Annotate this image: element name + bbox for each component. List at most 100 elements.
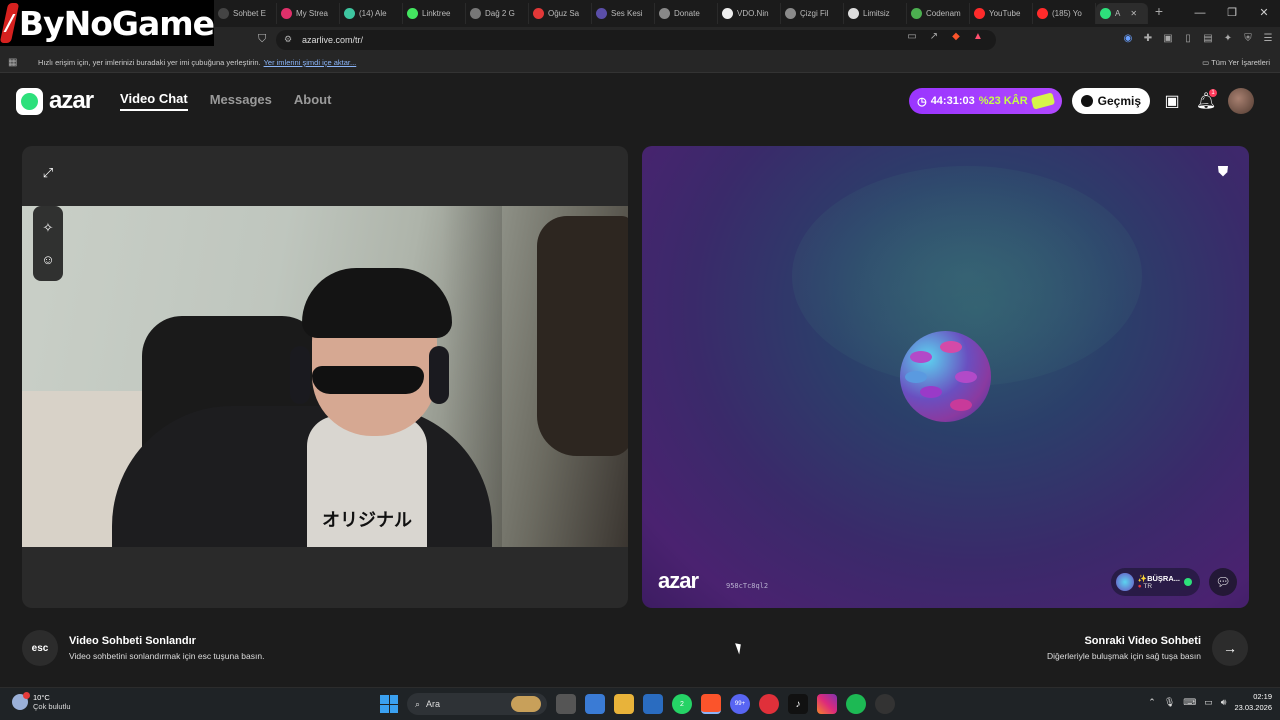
expand-button[interactable]: ⤢ bbox=[35, 160, 61, 186]
app-red-icon[interactable] bbox=[759, 694, 779, 714]
promo-timer-badge[interactable]: ◷ 44:31:03 %23 KÂR bbox=[909, 88, 1062, 114]
minimize-icon[interactable]: — bbox=[1184, 0, 1216, 27]
share-icon[interactable]: ↗ bbox=[928, 31, 940, 43]
browser-tab[interactable]: Limitsiz bbox=[844, 3, 907, 24]
menu-icon[interactable]: ☰ bbox=[1262, 33, 1274, 45]
next-chat-title: Sonraki Video Sohbeti bbox=[1084, 635, 1201, 647]
tiktok-icon[interactable]: ♪ bbox=[788, 694, 808, 714]
clock-date: 23.03.2026 bbox=[1234, 702, 1272, 712]
browser-tab[interactable]: Linktree bbox=[403, 3, 466, 24]
all-bookmarks-button[interactable]: ▭ Tüm Yer İşaretleri bbox=[1202, 58, 1270, 67]
network-icon[interactable]: ▭ bbox=[1204, 697, 1213, 708]
chat-button[interactable]: 💬︎ bbox=[1209, 568, 1237, 596]
brave-rewards-icon[interactable]: ▲ bbox=[972, 31, 984, 43]
partner-country: TR bbox=[1143, 583, 1153, 590]
taskbar-search[interactable]: ⌕ Ara bbox=[407, 693, 547, 715]
tab-label: My Strea bbox=[296, 9, 329, 18]
notification-badge: 1 bbox=[1209, 89, 1217, 97]
tab-close-icon[interactable]: ✕ bbox=[1130, 9, 1137, 18]
tray-chevron-icon[interactable]: ⌃ bbox=[1148, 697, 1156, 708]
end-chat-subtitle: Video sohbetini sonlandırmak için esc tu… bbox=[69, 651, 265, 661]
notifications-button[interactable]: 🔔︎ 1 bbox=[1194, 89, 1218, 113]
browser-tab[interactable]: A ✕ bbox=[1096, 3, 1148, 24]
azar-logo-icon bbox=[16, 87, 43, 115]
shop-button[interactable]: ▣ bbox=[1160, 89, 1184, 113]
bookmark-star-icon[interactable]: ⛉ bbox=[258, 33, 266, 46]
sidebar-icon[interactable]: ▯ bbox=[1182, 33, 1194, 45]
report-shield-icon[interactable]: ⛊ bbox=[1214, 163, 1232, 183]
nav-about[interactable]: About bbox=[294, 92, 332, 110]
new-tab-icon[interactable]: + bbox=[1148, 3, 1170, 24]
profile-avatar[interactable] bbox=[1228, 88, 1254, 114]
history-icon bbox=[1080, 95, 1093, 107]
import-bookmarks-link[interactable]: Yer imlerini şimdi içe aktar... bbox=[264, 58, 357, 67]
expand-icon: ⤢ bbox=[42, 165, 54, 180]
magic-wand-icon[interactable]: ✧ bbox=[43, 220, 54, 236]
task-view-icon[interactable] bbox=[556, 694, 576, 714]
whatsapp-icon[interactable]: 2 bbox=[672, 694, 692, 714]
discord-badge: 99+ bbox=[734, 701, 746, 707]
windows-start-icon[interactable] bbox=[380, 695, 398, 713]
browser-tab[interactable]: Çizgi Fil bbox=[781, 3, 844, 24]
audio-icon[interactable]: ◉ bbox=[1122, 33, 1134, 45]
tab-favicon-icon bbox=[533, 8, 544, 19]
brave-icon[interactable] bbox=[701, 694, 721, 714]
browser-tab[interactable]: My Strea bbox=[277, 3, 340, 24]
browser-tab[interactable]: YouTube bbox=[970, 3, 1033, 24]
azar-logo[interactable]: azar bbox=[16, 87, 94, 115]
history-button[interactable]: Geçmiş bbox=[1071, 88, 1150, 114]
instagram-icon[interactable] bbox=[817, 694, 837, 714]
cast-icon[interactable]: ▭ bbox=[906, 31, 918, 43]
file-explorer-icon[interactable] bbox=[614, 694, 634, 714]
tab-label: (185) Yo bbox=[1052, 9, 1082, 18]
browser-tab[interactable]: Codenam bbox=[907, 3, 970, 24]
store-icon[interactable] bbox=[585, 694, 605, 714]
taskbar-clock[interactable]: 02:19 23.03.2026 bbox=[1234, 692, 1272, 713]
weather-icon bbox=[12, 692, 30, 710]
browser-tab[interactable]: (185) Yo bbox=[1033, 3, 1096, 24]
all-bookmarks-label: Tüm Yer İşaretleri bbox=[1211, 58, 1270, 67]
site-settings-icon[interactable]: ⚙ bbox=[284, 34, 292, 45]
vpn-icon[interactable]: ⛨ bbox=[1242, 33, 1254, 45]
clock-icon: ◷ bbox=[917, 95, 927, 108]
browser-tab[interactable]: VDO.Nin bbox=[718, 3, 781, 24]
history-label: Geçmiş bbox=[1097, 94, 1141, 108]
volume-icon[interactable]: 🔊︎ bbox=[1221, 697, 1227, 708]
browser-tab[interactable]: Donate bbox=[655, 3, 718, 24]
mouse-cursor bbox=[735, 641, 744, 655]
brave-shield-icon[interactable]: ◆ bbox=[950, 31, 962, 43]
microphone-icon[interactable]: 🎙︎ bbox=[1164, 697, 1175, 708]
shirt-print: オリジナル bbox=[322, 510, 412, 531]
browser-tab[interactable]: Sohbet E bbox=[214, 3, 277, 24]
discord-icon[interactable]: 99+ bbox=[730, 694, 750, 714]
window-controls: — ❐ ✕ bbox=[1184, 0, 1280, 27]
next-chat-button[interactable]: → bbox=[1212, 630, 1248, 666]
partner-info-chip[interactable]: ✨BÜŞRA... ● TR bbox=[1110, 568, 1200, 596]
browser-tab[interactable]: Oğuz Sa bbox=[529, 3, 592, 24]
close-icon[interactable]: ✕ bbox=[1248, 0, 1280, 27]
apps-grid-icon[interactable]: ▦ bbox=[8, 57, 20, 68]
obs-icon[interactable] bbox=[875, 694, 895, 714]
tab-favicon-icon bbox=[596, 8, 607, 19]
cash-icon bbox=[1030, 92, 1055, 110]
tab-label: Ses Kesi bbox=[611, 9, 643, 18]
spotify-icon[interactable] bbox=[846, 694, 866, 714]
keyboard-icon[interactable]: ⌨ bbox=[1183, 697, 1196, 708]
browser-tab[interactable]: (14) Ale bbox=[340, 3, 403, 24]
browser-tab[interactable]: Dağ 2 G bbox=[466, 3, 529, 24]
leo-ai-icon[interactable]: ✦ bbox=[1222, 33, 1234, 45]
wallet-icon[interactable]: ▤ bbox=[1202, 33, 1214, 45]
nav-video-chat[interactable]: Video Chat bbox=[120, 91, 188, 111]
end-chat-button[interactable]: esc bbox=[22, 630, 58, 666]
tab-favicon-icon bbox=[281, 8, 292, 19]
extensions-icon[interactable]: ✚ bbox=[1142, 33, 1154, 45]
maximize-icon[interactable]: ❐ bbox=[1216, 0, 1248, 27]
browser-tab[interactable]: Ses Kesi bbox=[592, 3, 655, 24]
url-input[interactable]: ⚙ azarlive.com/tr/ bbox=[276, 30, 996, 50]
nav-messages[interactable]: Messages bbox=[210, 92, 272, 110]
mail-icon[interactable] bbox=[643, 694, 663, 714]
system-tray: ⌃ 🎙︎ ⌨ ▭ 🔊︎ 02:19 23.03.2026 bbox=[1148, 692, 1272, 713]
face-filter-icon[interactable]: ☺ bbox=[41, 252, 54, 267]
weather-widget[interactable]: 10°C Çok bulutlu bbox=[12, 692, 71, 711]
tab-search-icon[interactable]: ▣ bbox=[1162, 33, 1174, 45]
